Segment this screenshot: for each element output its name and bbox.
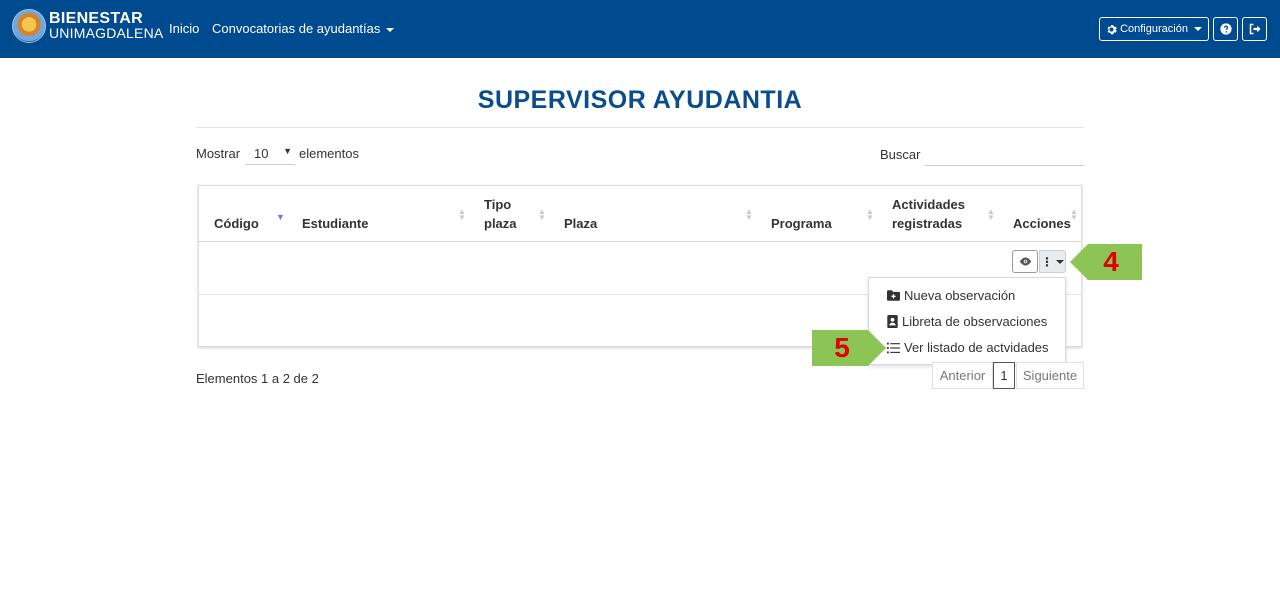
top-navbar: BIENESTAR UNIMAGDALENA Inicio Convocator… [0,0,1280,58]
menu-item-label: Libreta de observaciones [902,314,1048,329]
address-book-icon [887,315,898,328]
sort-icon: ▲ ▼ [866,207,874,222]
brand[interactable]: BIENESTAR UNIMAGDALENA [12,9,163,43]
gear-icon [1107,24,1117,34]
view-button[interactable] [1012,250,1038,273]
header-programa[interactable]: Programa [771,214,832,233]
brand-line2: UNIMAGDALENA [49,25,164,41]
nav-convocatorias[interactable]: Convocatorias de ayudantías [212,21,395,36]
actions-menu-button[interactable]: ⋮ [1039,250,1066,273]
menu-item-label: Nueva observación [904,288,1016,303]
header-act-line1: Actividades [892,197,965,212]
title-divider [196,127,1084,128]
menu-item-nueva-observacion[interactable]: Nueva observación [887,288,1015,303]
pagination-page-1[interactable]: 1 [993,362,1015,389]
menu-item-ver-actividades[interactable]: Ver listado de actvidades [887,340,1049,355]
sort-icon: ▲ ▼ [538,207,546,222]
sort-icon: ▲ ▼ [1070,207,1078,222]
show-label: Mostrar [196,146,241,161]
sort-icon: ▲ ▼ [458,207,466,222]
folder-plus-icon [887,290,900,301]
header-tipo-plaza[interactable]: Tipo plaza [484,195,517,233]
header-divider [199,241,1081,242]
help-button[interactable] [1213,17,1238,41]
eye-icon [1019,257,1031,266]
list-icon [887,342,900,353]
table-info: Elementos 1 a 2 de 2 [196,371,319,386]
sort-icon: ▲ ▼ [987,207,995,222]
caret-down-icon [1056,259,1064,264]
sign-out-icon [1249,23,1261,35]
menu-item-libreta[interactable]: Libreta de observaciones [887,314,1047,329]
header-codigo[interactable]: Código [214,214,259,233]
kebab-icon: ⋮ [1041,254,1053,269]
pagination-next[interactable]: Siguiente [1016,362,1084,389]
header-plaza[interactable]: Plaza [564,214,597,233]
header-estudiante[interactable]: Estudiante [302,214,368,233]
caret-down-icon [386,27,395,32]
caret-down-icon [1193,27,1202,31]
nav-inicio[interactable]: Inicio [169,21,199,36]
question-circle-icon [1219,23,1232,35]
step-5-number: 5 [834,332,850,363]
header-acciones[interactable]: Acciones [1013,214,1071,233]
header-tipo-line2: plaza [484,216,517,231]
nav-convocatorias-label: Convocatorias de ayudantías [212,21,381,36]
header-tipo-line1: Tipo [484,197,512,212]
search-input[interactable] [925,142,1084,166]
brand-text: BIENESTAR UNIMAGDALENA [49,11,163,41]
configuration-label: Configuración [1120,23,1188,35]
pagination-previous[interactable]: Anterior [932,362,993,389]
actions-dropdown-menu: Nueva observación Libreta de observacion… [868,277,1066,365]
header-actividades[interactable]: Actividades registradas [892,195,965,233]
logout-button[interactable] [1242,17,1267,41]
configuration-button[interactable]: Configuración [1099,17,1209,41]
brand-line1: BIENESTAR [49,10,143,27]
elements-label: elementos [299,146,359,161]
step-4-number: 4 [1103,246,1119,277]
page-length-value: 10 [254,146,269,161]
search-label: Buscar [880,147,921,162]
sort-icon: ▲ ▼ [745,207,753,222]
page-length-select[interactable]: 10 ▼ [245,141,295,165]
menu-item-label: Ver listado de actvidades [904,340,1049,355]
triangle-down-icon: ▼ [283,146,292,156]
header-act-line2: registradas [892,216,963,231]
page-title: SUPERVISOR AYUDANTIA [477,86,803,114]
university-logo-icon [12,9,46,43]
sort-desc-icon: ▼ [276,212,285,222]
